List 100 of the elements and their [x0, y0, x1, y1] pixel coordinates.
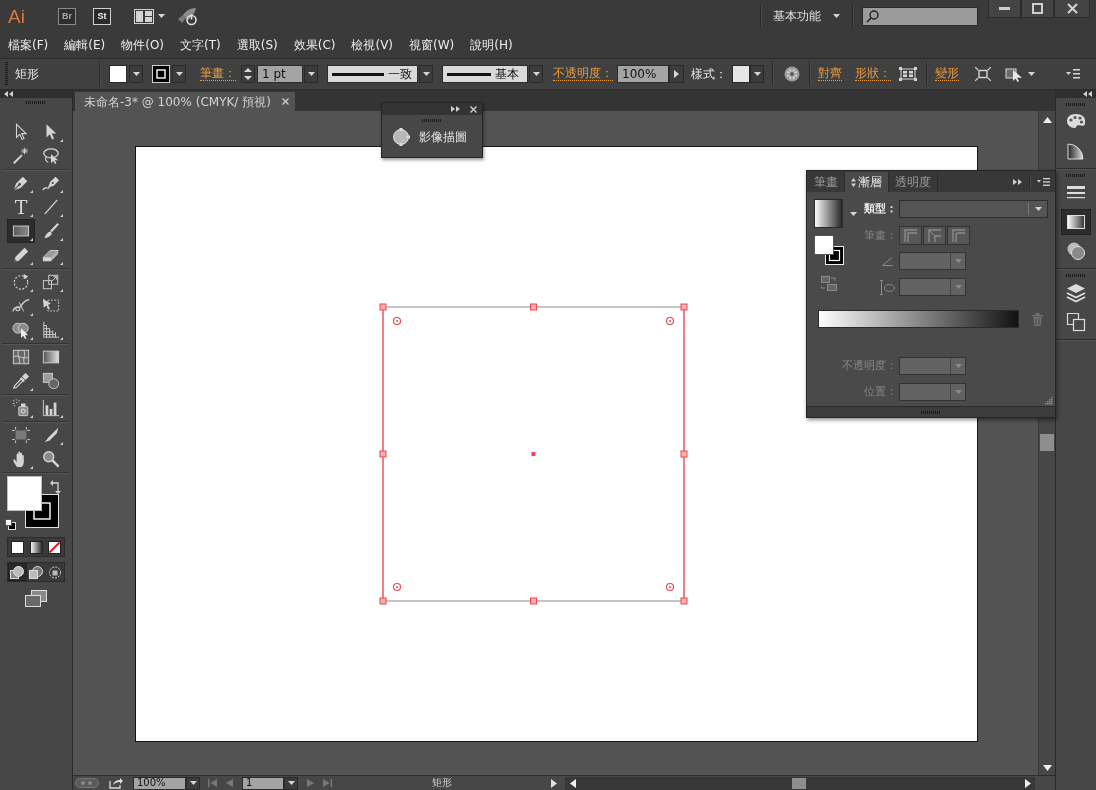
two-boxes-arrows-icon[interactable] [821, 276, 837, 291]
panel-tab[interactable]: 漸層 [845, 172, 889, 192]
resize-grip-icon[interactable] [1045, 397, 1053, 405]
scrollbar-thumb[interactable] [1040, 434, 1054, 451]
document-tab[interactable]: 未命名-3* @ 100% (CMYK/ 預視) [75, 92, 295, 111]
overlapping-squares-icon [1066, 312, 1086, 332]
dropdown-button[interactable] [186, 776, 200, 790]
gradient-square-icon[interactable] [29, 540, 43, 554]
transform-panel-link[interactable]: 變形 [935, 66, 959, 82]
cursor-on-box-icon[interactable] [1005, 66, 1023, 82]
fill-swatch-icon[interactable] [109, 65, 127, 83]
page-field[interactable]: 1 [242, 776, 284, 790]
panel-menu-icon[interactable] [1066, 69, 1080, 79]
grid-rectangle-icon[interactable] [899, 67, 917, 81]
grip-handle-icon[interactable] [1066, 103, 1086, 106]
menu-item[interactable]: 效果(C) [293, 39, 336, 51]
slider-popup-button[interactable] [669, 65, 684, 83]
caret-icon [954, 390, 962, 394]
menu-item[interactable]: 物件(O) [121, 39, 165, 51]
maximize-button[interactable] [1021, 0, 1054, 18]
search-field[interactable] [862, 6, 978, 26]
minimize-button[interactable] [988, 0, 1021, 18]
close-icon[interactable] [282, 98, 289, 105]
menu-item[interactable]: 編輯(E) [64, 39, 106, 51]
opacity-field[interactable]: 100% [617, 65, 669, 83]
solid-square-icon[interactable] [10, 540, 24, 554]
right-arrow-icon[interactable] [1025, 778, 1031, 788]
dropdown-button[interactable] [304, 65, 318, 83]
gradient-swatch-icon[interactable] [814, 199, 843, 228]
draw-mode-button[interactable] [26, 563, 46, 581]
menu-item[interactable]: 文字(T) [180, 39, 221, 51]
rocket-power-icon[interactable] [177, 6, 198, 26]
stroke-swatch-icon[interactable] [152, 65, 170, 83]
menu-item[interactable]: 選取(S) [236, 39, 278, 51]
double-chevron-icon[interactable] [1013, 179, 1022, 185]
down-arrow-icon[interactable] [1042, 765, 1052, 771]
status-toggle-icon[interactable] [75, 778, 99, 788]
dropdown-button[interactable] [750, 65, 764, 83]
grip-handle-icon[interactable] [422, 119, 442, 122]
dropdown-button[interactable] [529, 65, 543, 83]
stroke-profile-select[interactable]: 一致 [327, 65, 418, 83]
horizontal-scrollbar[interactable] [565, 776, 1035, 790]
slashed-square-icon[interactable] [48, 540, 62, 554]
swap-arrows-icon[interactable] [50, 480, 62, 494]
small-swatches-icon[interactable] [5, 519, 16, 530]
right-triangle-icon[interactable] [551, 778, 557, 788]
mesh-grid-icon [12, 348, 30, 366]
transparency-panel-link[interactable]: 不透明度： [553, 66, 613, 82]
color-wheel-icon[interactable] [784, 66, 800, 82]
fill-swatch-icon[interactable] [7, 476, 42, 511]
double-chevron-icon[interactable] [451, 106, 460, 112]
draw-mode-button[interactable] [8, 563, 27, 581]
dropdown-button[interactable] [129, 65, 143, 83]
scale-squares-icon [42, 273, 60, 291]
scrollbar-thumb[interactable] [792, 777, 806, 789]
menu-item[interactable]: 視窗(W) [409, 39, 455, 51]
stroke-panel-link[interactable]: 筆畫： [200, 66, 236, 82]
stacked-windows-icon[interactable] [25, 590, 47, 607]
close-icon[interactable] [470, 105, 477, 113]
grip-handle-icon[interactable] [26, 101, 46, 104]
dropdown-button[interactable] [284, 776, 298, 790]
share-arrow-icon[interactable] [109, 777, 123, 789]
align-panel-link[interactable]: 對齊 [818, 66, 842, 82]
double-chevron-icon[interactable] [1083, 91, 1092, 97]
tool-button[interactable]: T [7, 195, 35, 219]
caret-icon [422, 72, 430, 76]
grip-handle-icon[interactable] [921, 410, 941, 414]
search-icon [866, 9, 879, 23]
panel-menu-icon[interactable] [1037, 178, 1050, 186]
image-trace-button[interactable]: 影像描圖 [392, 128, 467, 146]
perspective-grid-icon [42, 321, 60, 339]
tool-button[interactable] [7, 219, 35, 243]
workspace-switcher[interactable]: 基本功能 [773, 10, 840, 22]
dropdown-button[interactable] [172, 65, 186, 83]
fill-stroke-icon[interactable] [814, 235, 844, 265]
app-button[interactable]: St [93, 7, 111, 25]
grip-handle-icon[interactable] [1066, 174, 1086, 177]
stroke-weight-field[interactable]: 1 pt [257, 65, 303, 83]
status-label[interactable]: 矩形 [431, 777, 452, 789]
up-arrow-icon[interactable] [1042, 117, 1052, 123]
window-layout-icon[interactable] [134, 8, 154, 24]
stacked-layers-icon [1066, 283, 1086, 303]
graphic-style-swatch-icon[interactable] [732, 65, 750, 83]
grip-handle-icon[interactable] [1066, 274, 1086, 277]
grip-handle-icon[interactable] [5, 62, 8, 86]
menu-item[interactable]: 檢視(V) [351, 39, 394, 51]
double-chevron-icon[interactable] [4, 91, 13, 97]
panel-tab[interactable]: 透明度 [889, 172, 938, 192]
stepper-arrows-icon[interactable] [241, 65, 255, 83]
zoom-field[interactable]: 100% [133, 776, 186, 790]
panel-dock-button[interactable] [1061, 209, 1091, 235]
close-button[interactable] [1054, 0, 1090, 18]
brush-select[interactable]: 基本 [442, 65, 528, 83]
menu-item[interactable]: 檔案(F) [8, 39, 49, 51]
dropdown-button[interactable] [419, 65, 433, 83]
left-arrow-icon[interactable] [570, 778, 576, 788]
corner-arrows-box-icon[interactable] [975, 67, 991, 81]
menu-item[interactable]: 說明(H) [470, 39, 513, 51]
shape-panel-link[interactable]: 形狀： [855, 66, 891, 82]
field-label: 類型： [863, 202, 897, 216]
